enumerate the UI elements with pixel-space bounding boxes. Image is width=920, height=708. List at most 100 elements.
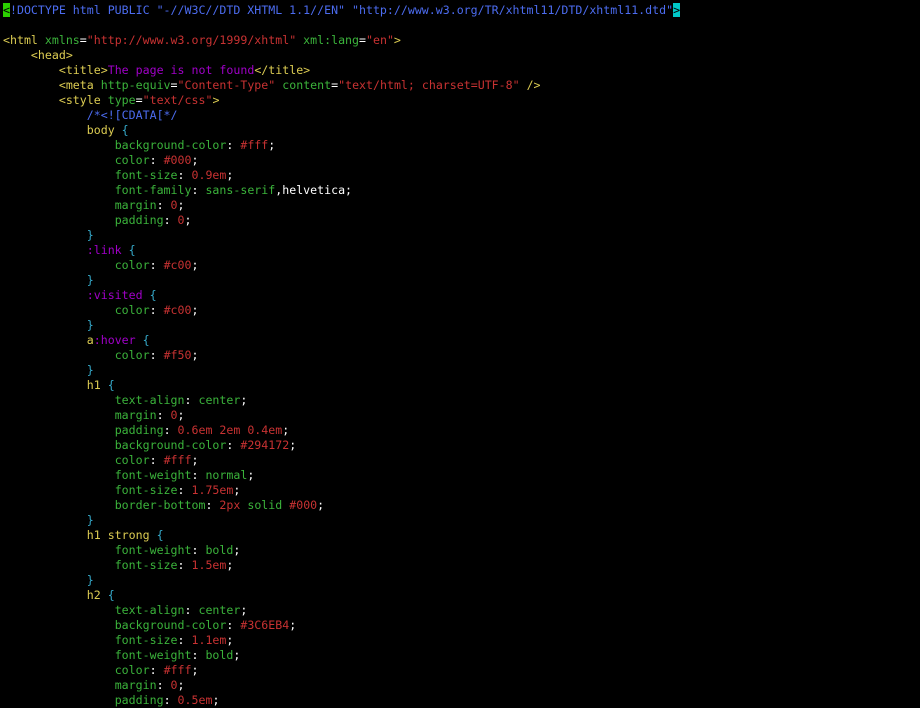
code-token-default: ; — [191, 348, 199, 362]
code-token-string: 1.1em — [191, 633, 227, 647]
code-line: margin: 0; — [0, 408, 920, 423]
code-token-attr: font-size — [114, 633, 178, 647]
code-token-default — [3, 468, 115, 482]
code-token-default — [3, 213, 115, 227]
code-line: margin: 0; — [0, 678, 920, 693]
code-token-default: ; — [247, 468, 255, 482]
code-token-default: : — [163, 693, 178, 707]
code-token-default: ; — [177, 408, 185, 422]
code-token-string: #f50 — [163, 348, 192, 362]
code-token-default: : — [184, 393, 199, 407]
code-token-default: : — [191, 543, 206, 557]
code-token-default — [3, 333, 87, 347]
code-token-default: ; — [191, 258, 199, 272]
code-token-attr: text-align — [114, 393, 185, 407]
code-token-attr: font-weight — [114, 468, 192, 482]
code-line: <style type="text/css"> — [0, 93, 920, 108]
code-line: h1 { — [0, 378, 920, 393]
code-line: font-size: 1.5em; — [0, 558, 920, 573]
code-token-string: #fff — [240, 138, 269, 152]
code-token-string: 0.9em — [191, 168, 227, 182]
code-token-default — [3, 183, 115, 197]
code-token-default: : — [149, 348, 164, 362]
code-token-default: ; — [226, 558, 234, 572]
code-token-default — [3, 423, 115, 437]
code-token-tag: /> — [519, 78, 541, 92]
code-token-default: : — [205, 498, 220, 512]
code-token-default — [3, 198, 115, 212]
code-token-attr: normal — [205, 468, 248, 482]
code-token-default — [3, 123, 87, 137]
code-token-default — [3, 138, 115, 152]
code-line: <html xmlns="http://www.w3.org/1999/xhtm… — [0, 33, 920, 48]
code-token-default: ; — [191, 303, 199, 317]
code-token-attr: type — [107, 93, 136, 107]
code-line: } — [0, 573, 920, 588]
code-token-default: : — [156, 198, 171, 212]
code-token-default — [3, 63, 59, 77]
code-token-default: = — [359, 33, 366, 47]
code-token-default: : — [163, 423, 178, 437]
code-line: color: #000; — [0, 153, 920, 168]
code-token-default: : — [177, 168, 192, 182]
code-token-string: 1.75em — [191, 483, 234, 497]
code-token-default — [3, 393, 115, 407]
code-token-default: : — [191, 648, 206, 662]
code-token-default — [3, 78, 59, 92]
code-token-tag: <title> — [58, 63, 108, 77]
code-token-brace: { — [149, 528, 164, 542]
code-token-attr: xml:lang — [303, 33, 360, 47]
code-token-selector: :link — [86, 243, 122, 257]
code-token-tag: <html — [3, 33, 45, 47]
code-token-brace: { — [100, 588, 115, 602]
code-token-attr: background-color — [114, 438, 227, 452]
code-token-default — [3, 153, 115, 167]
code-line: padding: 0.5em; — [0, 693, 920, 708]
code-line: <!DOCTYPE html PUBLIC "-//W3C//DTD XHTML… — [0, 3, 920, 18]
code-token-default — [3, 288, 87, 302]
code-token-string: #c00 — [163, 258, 192, 272]
code-line: color: #c00; — [0, 303, 920, 318]
code-token-tag: body — [86, 123, 115, 137]
code-line: } — [0, 273, 920, 288]
code-token-tag: </title> — [254, 63, 311, 77]
code-token-default — [3, 693, 115, 707]
code-line: /*<![CDATA[*/ — [0, 108, 920, 123]
code-line: font-weight: bold; — [0, 543, 920, 558]
code-token-attr: font-weight — [114, 543, 192, 557]
cursor-start-highlight: < — [3, 3, 10, 17]
code-line: padding: 0; — [0, 213, 920, 228]
code-token-default: : — [149, 153, 164, 167]
code-token-default: ; — [317, 498, 325, 512]
code-token-default: ; — [191, 153, 199, 167]
code-token-attr: font-family — [114, 183, 192, 197]
code-token-string: 0.6em 2em 0.4em — [177, 423, 283, 437]
code-token-attr: solid — [247, 498, 283, 512]
code-line: a:hover { — [0, 333, 920, 348]
code-token-tag: <head> — [30, 48, 73, 62]
code-token-attr: font-size — [114, 483, 178, 497]
code-token-attr: color — [114, 348, 150, 362]
code-token-attr: font-weight — [114, 648, 192, 662]
code-token-string: 0 — [177, 213, 185, 227]
code-token-attr: color — [114, 453, 150, 467]
code-token-string: "text/html; charset=UTF-8" — [338, 78, 520, 92]
code-token-attr: padding — [114, 693, 164, 707]
code-token-default — [3, 48, 31, 62]
code-token-tag: > — [393, 33, 401, 47]
code-token-default — [3, 543, 115, 557]
code-token-default: = — [170, 78, 178, 92]
code-token-default: ; — [233, 648, 241, 662]
code-line: color: #f50; — [0, 348, 920, 363]
code-token-default: : — [191, 468, 206, 482]
code-token-default: : — [226, 438, 241, 452]
code-token-selector: :hover — [93, 333, 136, 347]
code-token-default: ; — [226, 633, 234, 647]
code-token-string: #fff — [163, 453, 192, 467]
code-token-default: ; — [240, 393, 248, 407]
code-token-attr: background-color — [114, 138, 227, 152]
code-token-default: : — [177, 483, 192, 497]
code-token-attr: margin — [114, 408, 157, 422]
terminal-window[interactable]: <!DOCTYPE html PUBLIC "-//W3C//DTD XHTML… — [0, 0, 920, 708]
